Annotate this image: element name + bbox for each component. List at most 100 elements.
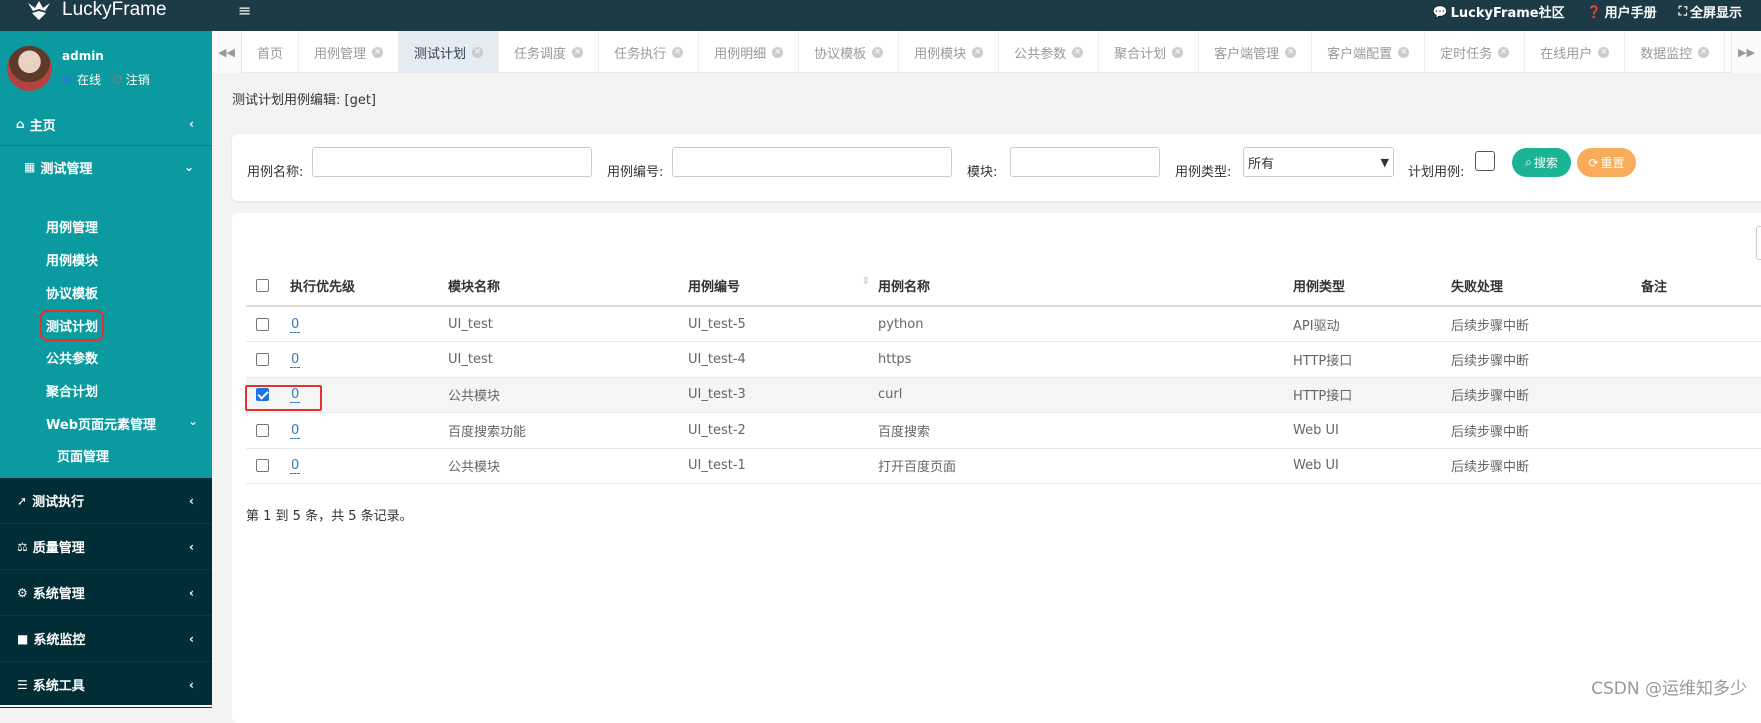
menu-toggle-icon[interactable]: ≡	[238, 1, 251, 20]
tab-11[interactable]: 客户端配置×	[1312, 31, 1425, 73]
table-row[interactable]: 0公共模块UI_test-3curlHTTP接口后续步骤中断	[246, 377, 1761, 413]
close-icon[interactable]: ×	[972, 47, 983, 58]
tab-1[interactable]: 用例管理×	[299, 31, 399, 73]
tabs-scroll-left-icon[interactable]: ◀◀	[212, 31, 242, 73]
tab-14[interactable]: 数据监控×	[1625, 31, 1725, 73]
avatar[interactable]	[7, 46, 52, 91]
col-fail-handling[interactable]: 失败处理	[1451, 265, 1641, 306]
close-icon[interactable]: ×	[1498, 47, 1509, 58]
tab-8[interactable]: 公共参数×	[999, 31, 1099, 73]
sidebar-item-system-monitor[interactable]: ■ 系统监控 ‹	[0, 616, 212, 662]
search-button[interactable]: ⌕ 搜索	[1512, 148, 1571, 177]
pagination-info: 第 1 到 5 条，共 5 条记录。	[246, 505, 413, 524]
gear-icon: ⚙	[17, 586, 28, 600]
sidebar-item-test-execution[interactable]: ➚ 测试执行 ‹	[0, 478, 212, 524]
tabs-scroll-right-icon[interactable]: ▶▶	[1731, 31, 1761, 73]
sidebar-item-label: 测试管理	[40, 158, 92, 177]
plan-case-checkbox[interactable]	[1475, 151, 1495, 171]
col-priority[interactable]: 执行优先级	[290, 265, 448, 306]
close-icon[interactable]: ×	[572, 47, 583, 58]
chevron-down-icon: ▼	[1381, 156, 1389, 169]
table-row[interactable]: 0UI_testUI_test-5pythonAPI驱动后续步骤中断	[246, 306, 1761, 342]
close-icon[interactable]: ×	[372, 47, 383, 58]
cell-case-name: python	[878, 306, 1293, 342]
grid-icon: ▦	[24, 160, 35, 174]
close-icon[interactable]: ×	[1698, 47, 1709, 58]
case-type-select[interactable]: 所有 ▼	[1243, 147, 1394, 177]
col-case-name[interactable]: 用例名称	[878, 265, 1293, 306]
select-all-checkbox[interactable]	[256, 279, 269, 292]
reset-button[interactable]: ⟳ 重置	[1577, 148, 1636, 177]
table-row[interactable]: 0百度搜索功能UI_test-2百度搜索Web UI后续步骤中断	[246, 413, 1761, 449]
sidebar-item-system-tools[interactable]: ☰ 系统工具 ‹	[0, 662, 212, 708]
row-checkbox[interactable]	[256, 424, 269, 437]
tab-5[interactable]: 用例明细×	[699, 31, 799, 73]
tab-4[interactable]: 任务执行×	[599, 31, 699, 73]
module-input[interactable]	[1010, 147, 1160, 177]
sidebar-item-system-management[interactable]: ⚙ 系统管理 ‹	[0, 570, 212, 616]
close-icon[interactable]: ×	[1172, 47, 1183, 58]
close-icon[interactable]: ×	[1398, 47, 1409, 58]
table-row[interactable]: 0公共模块UI_test-1打开百度页面Web UI后续步骤中断	[246, 448, 1761, 484]
row-checkbox[interactable]	[256, 459, 269, 472]
col-module[interactable]: 模块名称	[448, 265, 688, 306]
col-case-type[interactable]: 用例类型	[1293, 265, 1451, 306]
sidebar-item-case-management[interactable]: 用例管理	[46, 217, 98, 236]
app-name: LuckyFrame	[62, 0, 167, 21]
cell-note	[1641, 342, 1761, 378]
table-row[interactable]: 0UI_testUI_test-4httpsHTTP接口后续步骤中断	[246, 342, 1761, 378]
tab-3[interactable]: 任务调度×	[499, 31, 599, 73]
sidebar-item-quality-management[interactable]: ⚖ 质量管理 ‹	[0, 524, 212, 570]
top-link-1[interactable]: ❓用户手册	[1576, 2, 1668, 21]
cell-case-name: curl	[878, 377, 1293, 413]
logout-link[interactable]: 注销	[126, 71, 150, 88]
col-case-no[interactable]: 用例编号⇕	[688, 265, 878, 306]
priority-editable[interactable]: 0	[290, 458, 300, 474]
row-checkbox[interactable]	[256, 318, 269, 331]
close-icon[interactable]: ×	[1285, 47, 1296, 58]
col-note[interactable]: 备注	[1641, 265, 1761, 306]
table-toolbar-button[interactable]	[1756, 226, 1761, 260]
sidebar-item-case-module[interactable]: 用例模块	[46, 250, 98, 269]
sign-out-icon[interactable]: ⏻	[113, 73, 122, 87]
close-icon[interactable]: ×	[772, 47, 783, 58]
top-link-0[interactable]: 💬LuckyFrame社区	[1422, 2, 1576, 21]
cell-type: Web UI	[1293, 448, 1451, 484]
priority-editable[interactable]: 0	[290, 352, 300, 368]
tab-9[interactable]: 聚合计划×	[1099, 31, 1199, 73]
highlight-annotation	[245, 385, 322, 411]
sidebar-item-test-plan[interactable]: 测试计划	[46, 316, 98, 335]
tab-7[interactable]: 用例模块×	[899, 31, 999, 73]
priority-editable[interactable]: 0	[290, 423, 300, 439]
chevron-left-icon: ‹	[189, 678, 194, 692]
tab-2[interactable]: 测试计划×	[399, 31, 499, 73]
sidebar-item-web-elements[interactable]: Web页面元素管理	[46, 414, 156, 433]
close-icon[interactable]: ×	[1072, 47, 1083, 58]
close-icon[interactable]: ×	[472, 47, 483, 58]
sidebar-item-home[interactable]: ⌂ 主页 ‹	[0, 103, 212, 145]
app-logo[interactable]: LuckyFrame	[26, 0, 167, 23]
fullscreen-icon: ⛶	[1679, 4, 1687, 19]
top-navbar: LuckyFrame ≡ 💬LuckyFrame社区❓用户手册⛶全屏显示	[0, 0, 1761, 31]
sidebar-item-page-management[interactable]: 页面管理	[57, 446, 109, 465]
close-icon[interactable]: ×	[1598, 47, 1609, 58]
table-header-row: 执行优先级 模块名称 用例编号⇕ 用例名称 用例类型 失败处理 备注	[246, 265, 1761, 306]
case-no-input[interactable]	[672, 147, 952, 177]
tab-10[interactable]: 客户端管理×	[1199, 31, 1312, 73]
case-name-input[interactable]	[312, 147, 592, 177]
top-link-2[interactable]: ⛶全屏显示	[1668, 2, 1753, 21]
tab-0[interactable]: 首页	[242, 31, 299, 73]
sidebar-item-test-management[interactable]: ▦ 测试管理 ⌄	[0, 146, 212, 188]
logo-icon	[26, 0, 52, 21]
tab-6[interactable]: 协议模板×	[799, 31, 899, 73]
tab-13[interactable]: 在线用户×	[1525, 31, 1625, 73]
close-icon[interactable]: ×	[872, 47, 883, 58]
cell-type: HTTP接口	[1293, 377, 1451, 413]
tab-12[interactable]: 定时任务×	[1425, 31, 1525, 73]
sidebar-item-public-params[interactable]: 公共参数	[46, 348, 98, 367]
priority-editable[interactable]: 0	[290, 317, 300, 333]
close-icon[interactable]: ×	[672, 47, 683, 58]
sidebar-item-protocol-template[interactable]: 协议模板	[46, 283, 98, 302]
row-checkbox[interactable]	[256, 353, 269, 366]
sidebar-item-aggregate-plan[interactable]: 聚合计划	[46, 381, 98, 400]
